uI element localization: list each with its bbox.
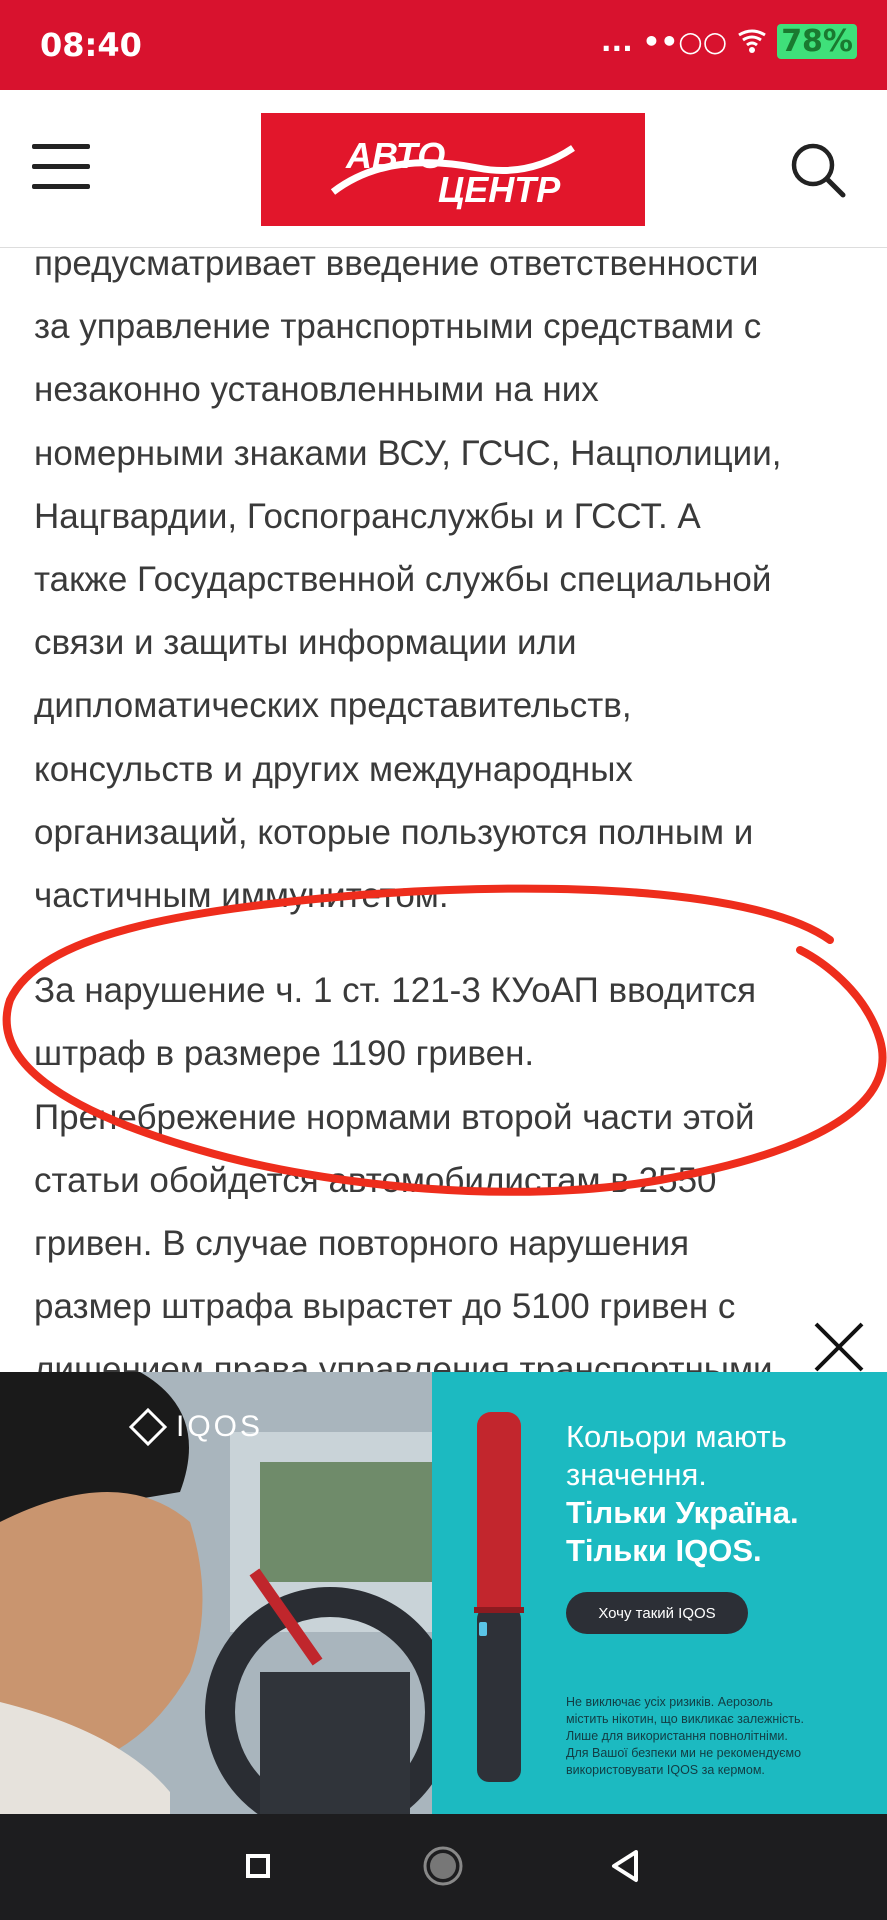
ad-headline-bold-line: Тільки Україна. (566, 1495, 799, 1530)
triangle-back-icon[interactable] (604, 1844, 648, 1888)
close-icon[interactable] (810, 1318, 868, 1376)
square-recents-icon[interactable] (236, 1844, 280, 1888)
disclaimer-line: містить нікотин, що викликає залежність. (566, 1712, 804, 1726)
ad-disclaimer: Не виключає усіх ризиків. Аерозоль місти… (566, 1694, 866, 1779)
iqos-device-image (474, 1412, 524, 1782)
text-line: незаконно установленными на них (34, 370, 599, 410)
text-line: за управление транспортными средствами с (34, 307, 762, 347)
disclaimer-line: Лише для використання повнолітніми. (566, 1729, 788, 1743)
ad-photo: IQOS (0, 1372, 432, 1814)
text-line: Пренебрежение нормами второй части этой (34, 1097, 755, 1137)
text-line: организаций, которые пользуются полным и (34, 812, 754, 852)
avtocentr-logo-mark: АВТО ЦЕНТР (330, 135, 575, 210)
text-line: также Государственной службы специальной (34, 560, 772, 600)
ad-headline-bold-line: Тільки IQOS. (566, 1533, 762, 1568)
text-line: дипломатических представительств, (34, 686, 632, 726)
logo-line2: ЦЕНТР (438, 169, 561, 210)
status-indicators: ... ••○○ 78% (601, 24, 857, 59)
iqos-logo-mark-icon (128, 1407, 168, 1447)
site-header: АВТО ЦЕНТР (0, 90, 887, 248)
site-logo[interactable]: АВТО ЦЕНТР (261, 113, 645, 226)
hamburger-menu-icon[interactable] (32, 144, 90, 190)
article-body: предусматривает введение ответственности… (34, 232, 864, 1402)
text-line: номерными знаками ВСУ, ГСЧС, Нацполиции, (34, 433, 782, 473)
status-time: 08:40 (40, 26, 142, 64)
circle-home-icon[interactable] (421, 1844, 465, 1888)
text-line: размер штрафа вырастет до 5100 гривен с (34, 1287, 736, 1327)
text-line: консульств и других международных (34, 749, 633, 789)
wifi-icon (738, 29, 766, 53)
article-paragraph-1: предусматривает введение ответственности… (34, 232, 864, 927)
text-line: гривен. В случае повторного нарушения (34, 1224, 690, 1264)
article-paragraph-2: За нарушение ч. 1 ст. 121-3 КУоАП вводит… (34, 959, 864, 1401)
text-line: частичным иммунитетом. (34, 876, 449, 916)
search-icon[interactable] (788, 140, 848, 200)
ad-headline-line: Кольори мають (566, 1419, 787, 1454)
signal-dots: ... ••○○ (600, 25, 728, 58)
disclaimer-line: використовувати IQOS за кермом. (566, 1763, 765, 1777)
iqos-logo: IQOS (128, 1407, 263, 1447)
disclaimer-line: Не виключає усіх ризиків. Аерозоль (566, 1695, 773, 1709)
text-line: За нарушение ч. 1 ст. 121-3 КУоАП вводит… (34, 971, 757, 1011)
ad-cta-button[interactable]: Хочу такий IQOS (566, 1592, 748, 1634)
system-nav-bar (0, 1814, 887, 1920)
text-line: штраф в размере 1190 гривен. (34, 1034, 535, 1074)
battery-indicator: 78% (777, 24, 857, 59)
status-bar: 08:40 ... ••○○ 78% (0, 0, 887, 90)
text-line: Нацгвардии, Госпогранслужбы и ГССТ. А (34, 496, 701, 536)
ad-copy-panel: Кольори мають значення. Тільки Україна. … (432, 1372, 887, 1814)
logo-line1: АВТО (345, 135, 445, 176)
text-line: статьи обойдется автомобилистам в 2550 (34, 1160, 717, 1200)
iqos-ad-banner[interactable]: IQOS Кольори мають значення. Тільки Укра… (0, 1372, 887, 1814)
text-line: связи и защиты информации или (34, 623, 577, 663)
ad-headline-line: значення. (566, 1457, 707, 1492)
ad-headline: Кольори мають значення. Тільки Україна. … (566, 1418, 799, 1570)
iqos-brand-text: IQOS (176, 1410, 264, 1443)
text-line: предусматривает введение ответственности (34, 244, 759, 283)
disclaimer-line: Для Вашої безпеки ми не рекомендуємо (566, 1746, 802, 1760)
